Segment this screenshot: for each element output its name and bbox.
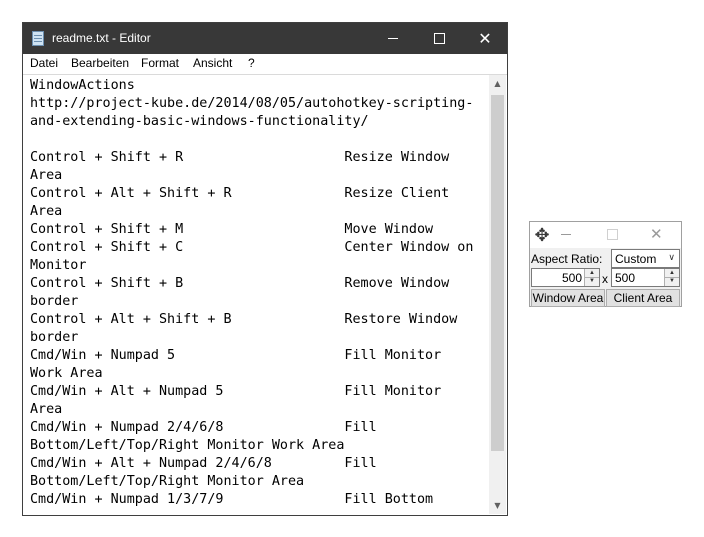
text-line: http://project-kube.de/2014/08/05/autoho…: [30, 96, 474, 111]
menu-divider: [23, 74, 507, 75]
tool-title-bar[interactable]: ✥ ✕: [530, 222, 681, 248]
window-title: readme.txt - Editor: [52, 31, 151, 45]
move-icon[interactable]: ✥: [532, 225, 552, 245]
menu-bearbeiten[interactable]: Bearbeiten: [71, 56, 129, 70]
text-line: Control + Shift + R Resize Window: [30, 150, 450, 165]
scroll-down-icon[interactable]: ▼: [489, 497, 506, 514]
scroll-thumb[interactable]: [491, 95, 504, 451]
close-icon[interactable]: ✕: [650, 225, 663, 243]
minimize-icon[interactable]: [561, 234, 571, 235]
aspect-ratio-value: Custom: [615, 252, 657, 266]
window-area-button[interactable]: Window Area: [531, 289, 605, 307]
width-spin-buttons[interactable]: ▲ ▼: [584, 269, 599, 286]
height-value[interactable]: 500: [615, 271, 635, 285]
text-line: Area: [30, 402, 63, 417]
text-line: and-extending-basic-windows-functionalit…: [30, 114, 369, 129]
text-line: Cmd/Win + Numpad 1/3/7/9 Fill Bottom: [30, 492, 434, 507]
menu-help[interactable]: ?: [248, 56, 255, 70]
text-line: Cmd/Win + Alt + Numpad 5 Fill Monitor: [30, 384, 442, 399]
text-line: Bottom/Left/Top/Right Monitor Work Area: [30, 438, 345, 453]
close-button[interactable]: ✕: [462, 23, 508, 54]
vertical-scrollbar[interactable]: ▲ ▼: [489, 75, 506, 514]
scroll-up-icon[interactable]: ▲: [489, 75, 506, 92]
text-line: Area: [30, 168, 63, 183]
text-line: Monitor: [30, 258, 87, 273]
client-area-button[interactable]: Client Area: [606, 289, 680, 307]
spin-down-icon[interactable]: ▼: [665, 277, 679, 285]
menu-datei[interactable]: Datei: [30, 56, 58, 70]
text-line: Cmd/Win + Alt + Numpad 2/4/6/8 Fill: [30, 456, 377, 471]
aspect-ratio-label: Aspect Ratio:: [531, 252, 603, 266]
menu-ansicht[interactable]: Ansicht: [193, 56, 232, 70]
text-line: Control + Alt + Shift + B Restore Window: [30, 312, 458, 327]
maximize-button[interactable]: [416, 23, 462, 54]
menu-format[interactable]: Format: [141, 56, 179, 70]
text-line: Area: [30, 204, 63, 219]
text-line: WindowActions: [30, 78, 135, 93]
spin-down-icon[interactable]: ▼: [585, 277, 599, 285]
dimension-separator: x: [602, 272, 608, 286]
width-value[interactable]: 500: [562, 271, 582, 285]
chevron-down-icon: ∨: [668, 252, 675, 262]
notepad-window: readme.txt - Editor ✕ Datei Bearbeiten F…: [22, 22, 508, 516]
text-line: Cmd/Win + Numpad 2/4/6/8 Fill: [30, 420, 377, 435]
text-line: Control + Alt + Shift + R Resize Client: [30, 186, 450, 201]
width-stepper[interactable]: 500 ▲ ▼: [531, 268, 600, 287]
close-icon: ✕: [478, 28, 492, 48]
title-bar[interactable]: readme.txt - Editor ✕: [23, 23, 507, 54]
text-line: Bottom/Left/Top/Right Monitor Area: [30, 474, 305, 489]
text-line: Control + Shift + B Remove Window: [30, 276, 450, 291]
window-actions-panel: ✥ ✕ Aspect Ratio: Custom ∨ 500 ▲ ▼ x 500…: [529, 221, 682, 307]
aspect-ratio-select[interactable]: Custom ∨: [611, 249, 680, 268]
maximize-icon[interactable]: [607, 229, 618, 240]
height-spin-buttons[interactable]: ▲ ▼: [664, 269, 679, 286]
text-editor[interactable]: WindowActions http://project-kube.de/2014…: [30, 77, 485, 513]
text-line: Control + Shift + M Move Window: [30, 222, 434, 237]
height-stepper[interactable]: 500 ▲ ▼: [611, 268, 680, 287]
notepad-icon: [32, 31, 44, 46]
text-line: Cmd/Win + Numpad 5 Fill Monitor: [30, 348, 442, 363]
maximize-icon: [433, 33, 445, 44]
text-line: Work Area: [30, 366, 103, 381]
minimize-button[interactable]: [370, 23, 416, 54]
minimize-icon: [388, 38, 398, 39]
text-line: border: [30, 330, 79, 345]
text-line: Control + Shift + C Center Window on: [30, 240, 474, 255]
menu-bar: Datei Bearbeiten Format Ansicht ?: [23, 54, 507, 74]
text-line: [30, 131, 485, 149]
text-line: border: [30, 294, 79, 309]
